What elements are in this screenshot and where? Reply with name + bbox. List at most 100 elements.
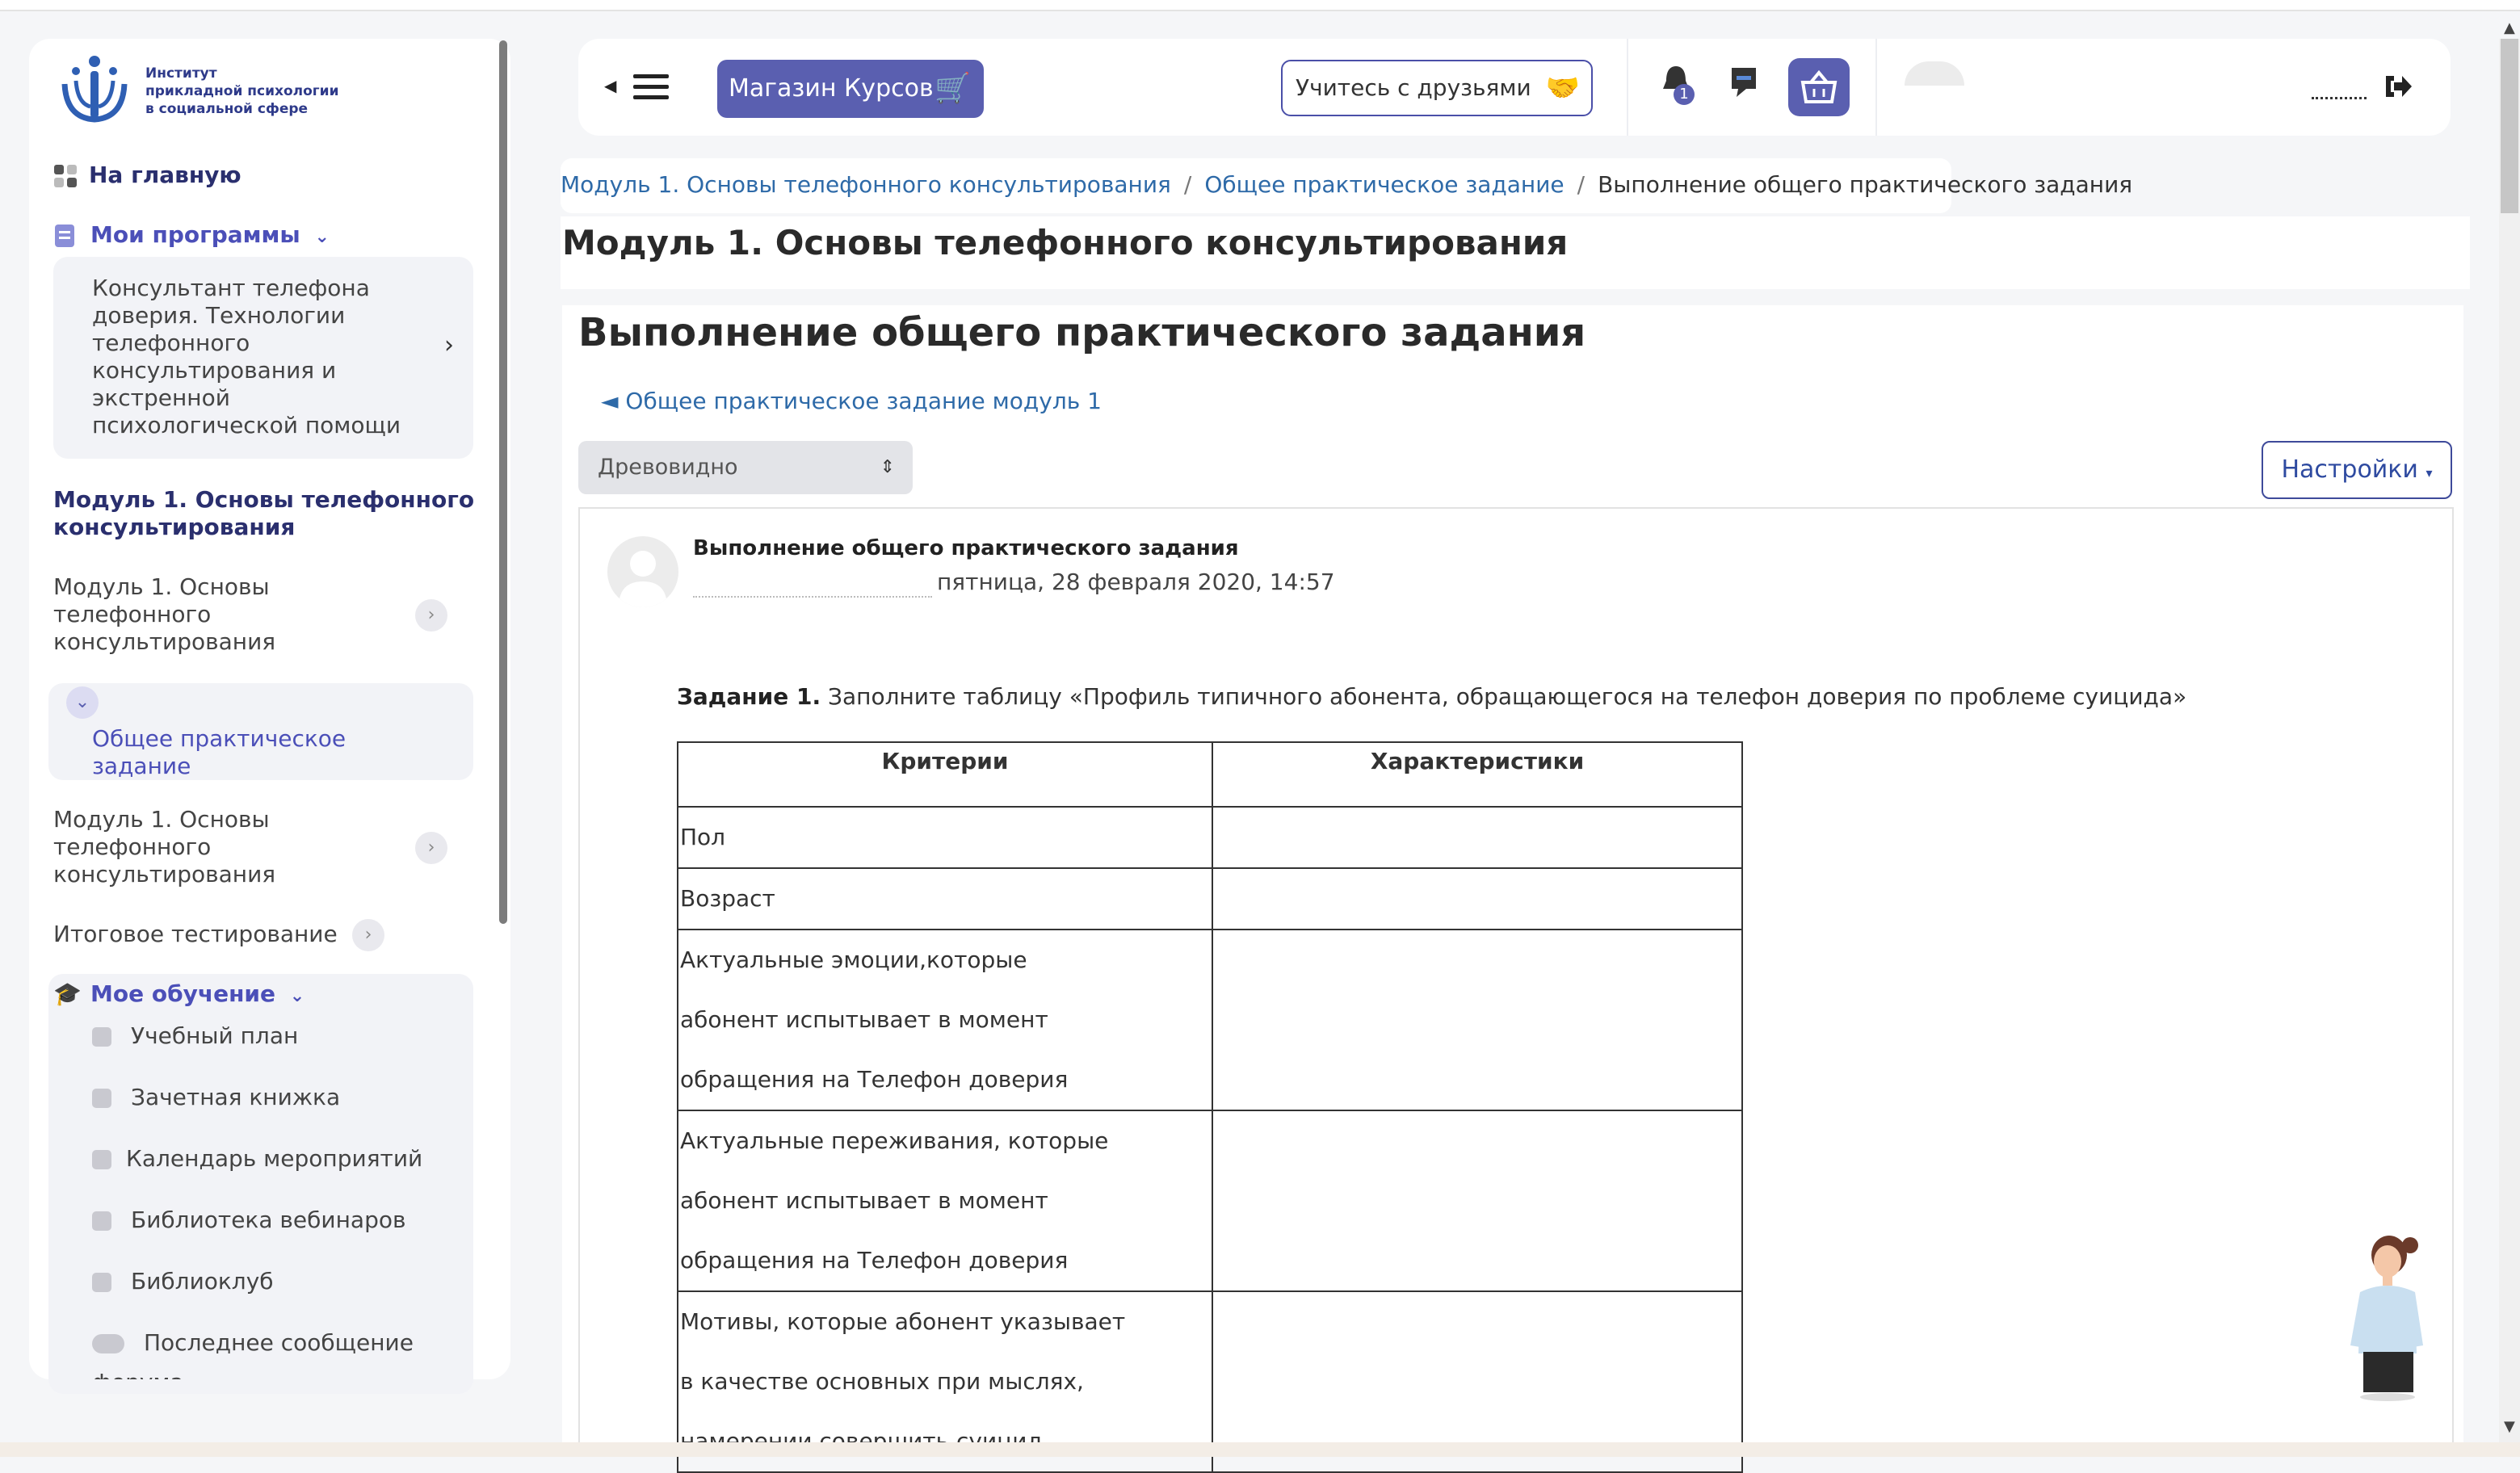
dashboard-icon xyxy=(54,165,77,187)
characteristics-cell xyxy=(1212,929,1743,1111)
sidebar-item-module-1b[interactable]: Модуль 1. Основы телефонного консультиро… xyxy=(53,806,275,888)
settings-label: Настройки xyxy=(2281,455,2418,484)
basket-icon xyxy=(1800,69,1838,103)
learning-item-cut-text: форума xyxy=(92,1368,184,1379)
folder-icon xyxy=(92,1273,111,1292)
browser-top-edge xyxy=(0,0,2520,11)
table-row: Актуальные переживания, которые абонент и… xyxy=(677,1110,1743,1292)
notification-bell-icon[interactable]: 1 xyxy=(1661,65,1695,105)
folder-icon xyxy=(92,1211,111,1231)
chat-icon xyxy=(92,1334,124,1353)
breadcrumb-separator: / xyxy=(1577,171,1586,198)
user-silhouette-icon xyxy=(619,551,667,607)
calendar-icon xyxy=(92,1150,111,1169)
sidebar-item-my-learning[interactable]: 🎓 Мое обучение ⌄ xyxy=(53,980,304,1007)
briefcase-icon xyxy=(92,1027,111,1047)
settings-button[interactable]: Настройки ▾ xyxy=(2262,441,2452,499)
breadcrumb-current: Выполнение общего практического задания xyxy=(1598,171,2133,198)
home-label: На главную xyxy=(89,162,242,188)
sidebar-item-my-programs[interactable]: Мои программы ⌄ xyxy=(53,221,330,248)
post-subject: Выполнение общего практического задания xyxy=(693,536,1239,560)
basket-button[interactable] xyxy=(1788,58,1850,116)
hamburger-menu-icon[interactable] xyxy=(633,73,669,102)
logout-icon[interactable] xyxy=(2383,73,2413,100)
characteristics-cell xyxy=(1212,867,1743,930)
study-with-friends-label: Учитесь с друзьями xyxy=(1296,74,1531,101)
column-header-criteria: Критерии xyxy=(677,741,1213,808)
study-with-friends-button[interactable]: Учитесь с друзьями 🤝 xyxy=(1281,60,1593,116)
task-description: Заполните таблицу «Профиль типичного або… xyxy=(821,683,2187,710)
caret-down-icon: ▾ xyxy=(2426,465,2433,481)
program-title: Консультант телефона доверия. Технологии… xyxy=(92,275,401,439)
course-shop-label: Магазин Курсов xyxy=(729,74,934,103)
sidebar-item-final-test[interactable]: Итоговое тестирование xyxy=(53,921,338,947)
learning-item-last-message[interactable]: Последнее сообщение xyxy=(92,1329,414,1356)
criteria-table: Критерии Характеристики Пол Возраст Акту… xyxy=(677,741,1743,1473)
characteristics-cell xyxy=(1212,1110,1743,1292)
header-divider xyxy=(1875,39,1877,136)
page-scrollbar[interactable] xyxy=(2499,39,2520,1442)
task-text: Задание 1. Заполните таблицу «Профиль ти… xyxy=(677,683,2186,710)
institute-logo[interactable] xyxy=(58,53,131,126)
final-test-label: Итоговое тестирование xyxy=(53,921,338,947)
chevron-down-icon: ⌄ xyxy=(289,986,305,1006)
display-mode-value: Древовидно xyxy=(598,455,738,480)
post-date: пятница, 28 февраля 2020, 14:57 xyxy=(937,569,1335,595)
post-author-name[interactable] xyxy=(693,593,932,598)
page-scrollbar-thumb[interactable] xyxy=(2501,39,2518,213)
learning-item-gradebook[interactable]: Зачетная книжка xyxy=(92,1084,340,1110)
course-title: Модуль 1. Основы телефонного консультиро… xyxy=(562,223,1569,262)
breadcrumb-link-module[interactable]: Модуль 1. Основы телефонного консультиро… xyxy=(561,171,1171,198)
criteria-cell: Актуальные эмоции,которые абонент испытыв… xyxy=(677,929,1213,1111)
my-learning-label: Мое обучение xyxy=(90,980,276,1007)
page-title: Выполнение общего практического задания xyxy=(578,310,1586,355)
learning-item-calendar[interactable]: Календарь мероприятий xyxy=(92,1145,422,1172)
chevron-down-icon: ⌄ xyxy=(314,227,330,247)
caret-left-icon[interactable]: ◀ xyxy=(604,76,616,95)
chevron-right-icon[interactable]: › xyxy=(415,832,447,864)
document-icon xyxy=(55,225,74,247)
learning-item-biblioclub[interactable]: Библиоклуб xyxy=(92,1268,274,1295)
learning-item-webinars[interactable]: Библиотека вебинаров xyxy=(92,1207,405,1233)
table-row: Актуальные эмоции,которые абонент испытыв… xyxy=(677,929,1743,1111)
browser-bottom-bar xyxy=(0,1442,2520,1457)
course-shop-button[interactable]: Магазин Курсов 🛒 xyxy=(717,60,984,118)
handshake-icon: 🤝 xyxy=(1545,72,1580,104)
table-header-row: Критерии Характеристики xyxy=(677,741,1743,808)
sidebar-item-home[interactable]: На главную xyxy=(53,162,242,188)
author-avatar[interactable] xyxy=(607,536,678,607)
display-mode-select[interactable]: Древовидно ⇕ xyxy=(578,441,913,494)
message-icon[interactable] xyxy=(1730,66,1758,99)
criteria-cell: Возраст xyxy=(677,867,1213,930)
graduation-cap-icon: 🎓 xyxy=(53,980,82,1007)
table-row: Пол xyxy=(677,806,1743,869)
sidebar-module-header: Модуль 1. Основы телефонного консультиро… xyxy=(53,486,475,540)
assistant-character-icon[interactable] xyxy=(2336,1232,2433,1402)
breadcrumb-link-assignment[interactable]: Общее практическое задание xyxy=(1204,171,1564,198)
logo-text: Институт прикладной психологии в социаль… xyxy=(145,65,339,117)
header-divider xyxy=(1627,39,1628,136)
chevron-right-icon[interactable]: › xyxy=(444,331,454,359)
username-text[interactable] xyxy=(2312,94,2367,99)
chevron-right-icon[interactable]: › xyxy=(352,919,384,951)
scroll-up-arrow-icon[interactable]: ▲ xyxy=(2504,19,2515,36)
back-to-discussion-link[interactable]: ◄ Общее практическое задание модуль 1 xyxy=(601,388,1102,414)
criteria-cell: Актуальные переживания, которые абонент и… xyxy=(677,1110,1213,1292)
sidebar-scrollbar[interactable] xyxy=(499,40,507,924)
cart-icon: 🛒 xyxy=(934,72,971,105)
sidebar-item-active[interactable]: Общее практическое задание xyxy=(92,725,346,780)
learning-item-plan[interactable]: Учебный план xyxy=(92,1022,298,1049)
chevron-right-icon[interactable]: › xyxy=(415,599,447,632)
notification-count-badge: 1 xyxy=(1674,84,1695,105)
column-header-characteristics: Характеристики xyxy=(1212,741,1743,808)
task-label: Задание 1. xyxy=(677,683,821,710)
table-row: Возраст xyxy=(677,867,1743,930)
sort-arrows-icon: ⇕ xyxy=(880,457,895,477)
chevron-down-icon[interactable]: ⌄ xyxy=(66,686,99,719)
breadcrumb-separator: / xyxy=(1183,171,1192,198)
characteristics-cell xyxy=(1212,806,1743,869)
breadcrumb: Модуль 1. Основы телефонного консультиро… xyxy=(561,171,2132,198)
my-programs-label: Мои программы xyxy=(90,221,300,248)
scroll-down-arrow-icon[interactable]: ▼ xyxy=(2504,1418,2515,1435)
sidebar-item-module-1[interactable]: Модуль 1. Основы телефонного консультиро… xyxy=(53,573,275,656)
